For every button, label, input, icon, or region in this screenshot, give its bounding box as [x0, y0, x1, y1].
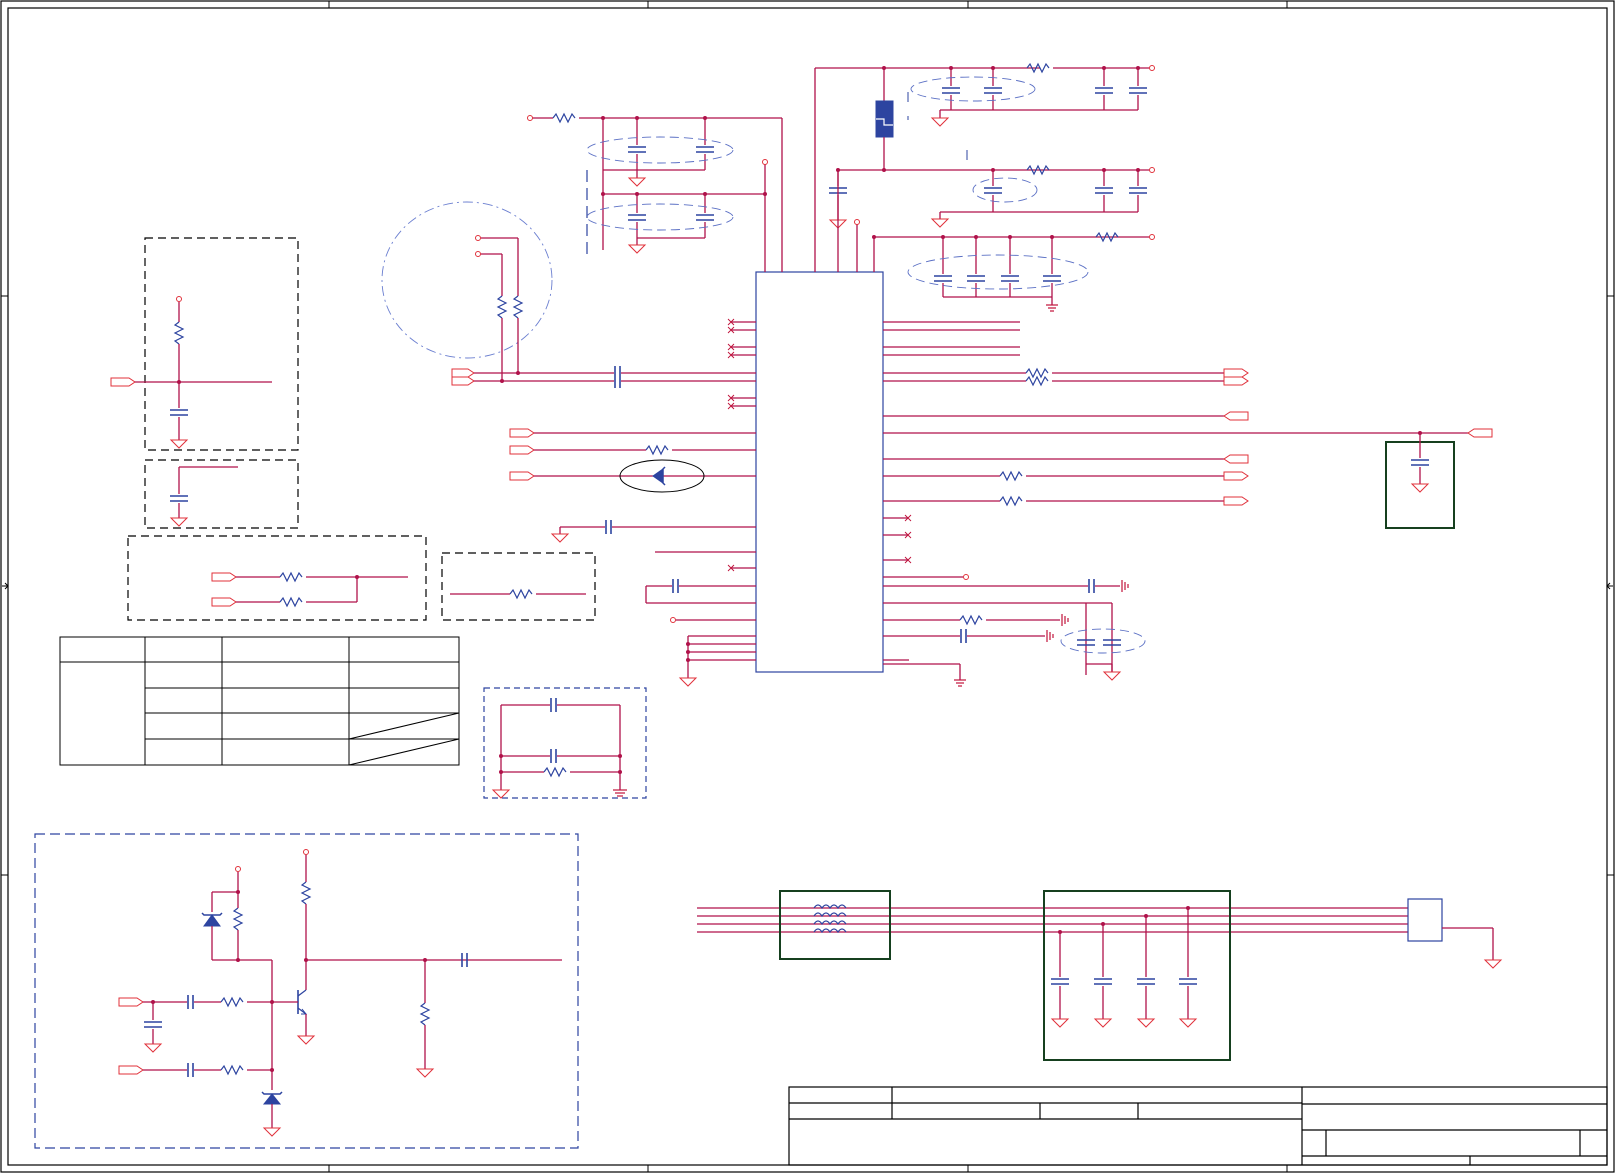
filter-box-right	[1385, 433, 1455, 529]
resistor-icon	[552, 112, 576, 124]
output-connector[interactable]	[1407, 898, 1443, 942]
schematic-canvas	[0, 0, 1615, 1173]
inductor-icon	[813, 904, 847, 934]
transistor-amplifier-block	[34, 833, 579, 1149]
left-signal-lines	[509, 318, 756, 687]
output-filter-network	[697, 890, 1503, 1061]
crystal-block	[483, 687, 647, 799]
title-block	[788, 1086, 1608, 1166]
main-ic-chip[interactable]	[755, 271, 884, 673]
ground-icon	[627, 177, 647, 187]
right-signal-lines	[883, 321, 1493, 687]
net-port-icon[interactable]	[451, 368, 475, 378]
config-table	[59, 636, 460, 766]
zener-diode-icon	[652, 468, 664, 484]
npn-transistor-icon[interactable]	[297, 989, 308, 1015]
input-network	[381, 201, 756, 388]
no-connect-icon	[727, 318, 735, 572]
